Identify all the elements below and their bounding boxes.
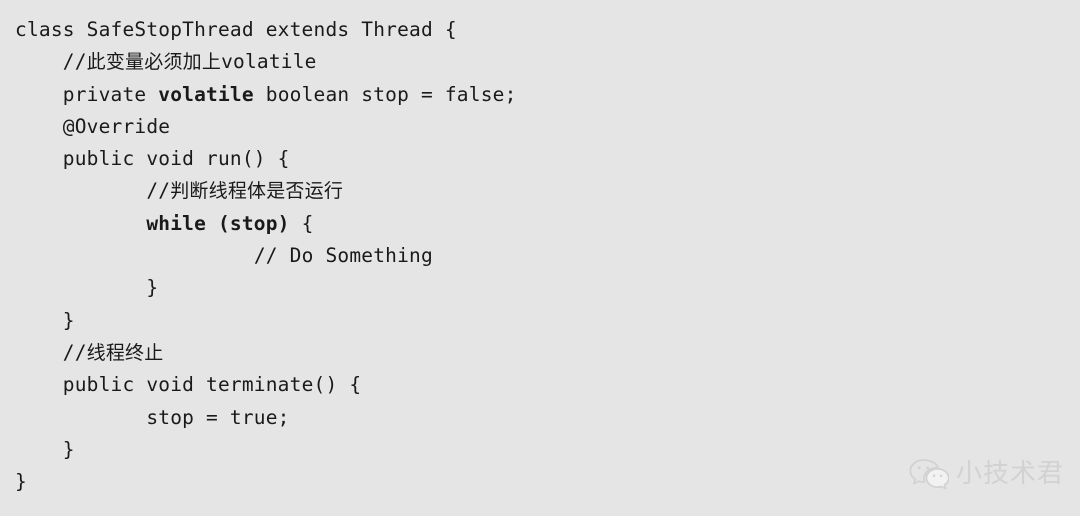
code-line: public void terminate() { bbox=[15, 369, 1055, 401]
code-text: // bbox=[146, 179, 171, 203]
code-line: //线程终止 bbox=[15, 337, 1055, 369]
code-text: boolean stop = false; bbox=[253, 82, 517, 106]
code-line: } bbox=[15, 272, 1055, 304]
code-snippet-screenshot: class SafeStopThread extends Thread { //… bbox=[0, 0, 1080, 516]
code-line: private volatile boolean stop = false; bbox=[15, 79, 1055, 111]
code-line: //判断线程体是否运行 bbox=[15, 175, 1055, 207]
java-code-block: class SafeStopThread extends Thread { //… bbox=[15, 14, 1055, 498]
code-line: } bbox=[15, 434, 1055, 466]
code-line: // Do Something bbox=[15, 240, 1055, 272]
code-text: private bbox=[62, 82, 159, 106]
code-line: while (stop) { bbox=[15, 208, 1055, 240]
code-line: //此变量必须加上volatile bbox=[15, 46, 1055, 78]
code-text: } bbox=[15, 470, 27, 494]
code-keyword: volatile bbox=[158, 82, 254, 106]
code-text: stop = true; bbox=[146, 405, 290, 429]
code-comment-cjk: 线程终止 bbox=[86, 341, 164, 364]
code-line: class SafeStopThread extends Thread { bbox=[15, 14, 1055, 46]
code-line: public void run() { bbox=[15, 143, 1055, 175]
code-text: class SafeStopThread extends Thread { bbox=[15, 18, 457, 41]
code-line: } bbox=[15, 466, 1055, 498]
code-comment-cjk: 此变量必须加上 bbox=[86, 51, 222, 74]
code-text: public void terminate() { bbox=[62, 373, 362, 397]
code-text: // bbox=[62, 340, 87, 364]
code-text: } bbox=[62, 437, 75, 461]
code-text: } bbox=[62, 308, 75, 332]
code-keyword: while (stop) bbox=[146, 211, 290, 235]
code-text: } bbox=[146, 276, 159, 300]
code-text: { bbox=[289, 211, 314, 235]
code-text: public void run() { bbox=[62, 147, 290, 171]
code-line: @Override bbox=[15, 111, 1055, 143]
code-line: stop = true; bbox=[15, 402, 1055, 434]
code-line: } bbox=[15, 305, 1055, 337]
code-text: @Override bbox=[62, 114, 171, 138]
code-text: volatile bbox=[221, 50, 317, 74]
code-text: // Do Something bbox=[253, 244, 433, 268]
code-comment-cjk: 判断线程体是否运行 bbox=[170, 180, 344, 203]
code-text: // bbox=[62, 50, 87, 74]
